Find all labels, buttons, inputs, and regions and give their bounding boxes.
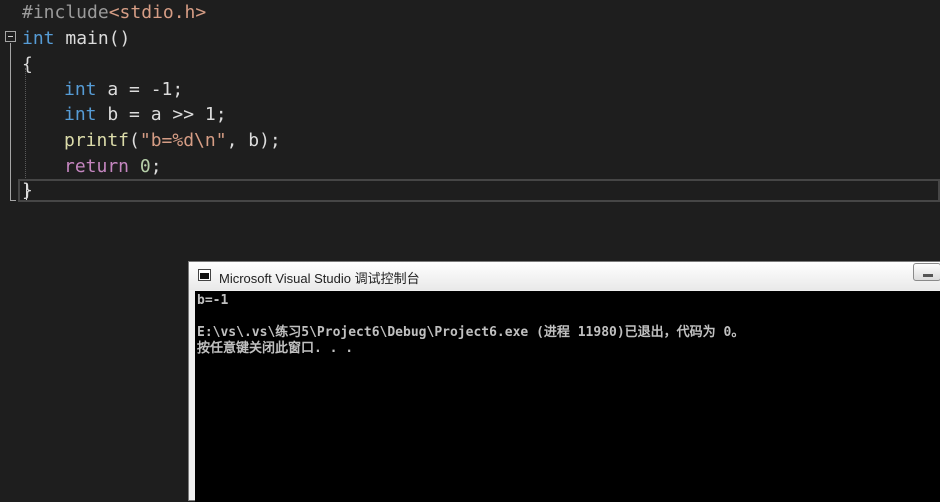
var-b-decl: b = a >> 1;	[96, 104, 227, 125]
output-line-1: b=-1	[197, 293, 229, 308]
main-return-type: int	[22, 28, 55, 49]
code-line-7[interactable]: return 0;	[0, 154, 162, 180]
return-space	[129, 156, 140, 177]
format-string: "b=%d\n"	[139, 130, 227, 151]
console-title: Microsoft Visual Studio 调试控制台	[219, 271, 420, 286]
close-brace: }	[22, 180, 33, 201]
var-b-type: int	[64, 104, 97, 125]
include-header: <stdio.h>	[108, 2, 207, 23]
code-line-8[interactable]: }	[0, 178, 43, 204]
printf-call: printf	[64, 130, 130, 151]
return-keyword: return	[64, 156, 130, 177]
console-app-icon	[198, 269, 211, 281]
code-line-1[interactable]: #include<stdio.h>	[0, 0, 206, 26]
output-line-4: 按任意键关闭此窗口. . .	[197, 341, 354, 356]
return-semicolon: ;	[150, 156, 162, 177]
printf-open-paren: (	[129, 130, 140, 151]
open-brace: {	[22, 54, 33, 75]
printf-args: , b);	[226, 130, 281, 151]
code-line-5[interactable]: int b = a >> 1;	[0, 102, 227, 128]
include-directive: #include	[22, 2, 109, 23]
debug-console-window[interactable]: Microsoft Visual Studio 调试控制台 b=-1 E:\vs…	[188, 261, 940, 502]
console-output-area[interactable]: b=-1 E:\vs\.vs\练习5\Project6\Debug\Projec…	[195, 291, 940, 502]
code-line-4[interactable]: int a = -1;	[0, 77, 183, 103]
var-a-decl: a = -1;	[96, 79, 184, 100]
return-value: 0	[139, 156, 151, 177]
code-line-6[interactable]: printf("b=%d\n", b);	[0, 128, 281, 154]
output-line-3: E:\vs\.vs\练习5\Project6\Debug\Project6.ex…	[197, 325, 745, 340]
main-signature: main()	[54, 28, 131, 49]
var-a-type: int	[64, 79, 97, 100]
code-line-3[interactable]: {	[0, 52, 43, 78]
console-titlebar[interactable]: Microsoft Visual Studio 调试控制台	[189, 262, 940, 290]
current-line-highlight	[18, 179, 940, 202]
code-line-2[interactable]: int main()	[0, 26, 130, 52]
minimize-button[interactable]	[913, 263, 940, 281]
text-caret	[26, 184, 27, 200]
